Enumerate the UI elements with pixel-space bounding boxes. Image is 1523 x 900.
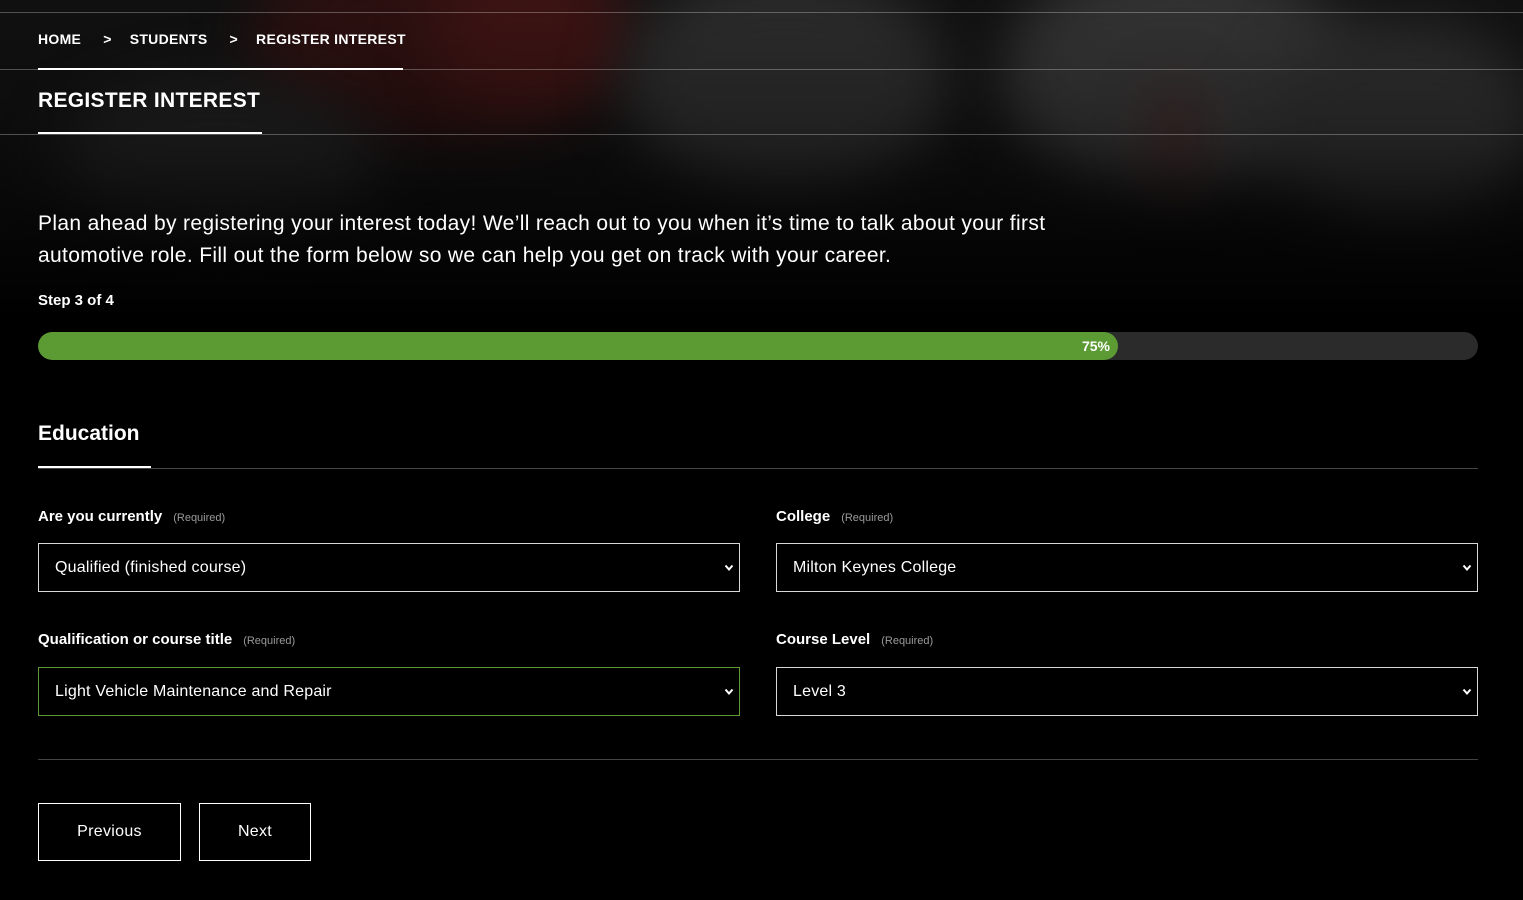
college-label-text: College bbox=[776, 508, 831, 525]
required-indicator: (Required) bbox=[243, 635, 296, 647]
course-level-select-value: Level 3 bbox=[793, 682, 846, 700]
previous-button[interactable]: Previous bbox=[38, 803, 181, 861]
breadcrumb-divider bbox=[0, 69, 1523, 70]
status-select-value: Qualified (finished course) bbox=[55, 558, 247, 576]
qualification-select[interactable]: Light Vehicle Maintenance and Repair bbox=[38, 667, 740, 716]
page: HOME > STUDENTS > REGISTER INTEREST REGI… bbox=[0, 0, 1523, 900]
section-divider bbox=[38, 468, 1478, 469]
status-label-text: Are you currently bbox=[38, 508, 163, 525]
required-indicator: (Required) bbox=[841, 512, 894, 524]
next-button[interactable]: Next bbox=[199, 803, 311, 861]
title-divider bbox=[0, 134, 1523, 135]
required-indicator: (Required) bbox=[881, 635, 934, 647]
chevron-down-icon bbox=[1462, 564, 1472, 572]
status-field-label: Are you currently (Required) bbox=[38, 508, 225, 525]
step-indicator: Step 3 of 4 bbox=[38, 292, 114, 309]
college-field-label: College (Required) bbox=[776, 508, 893, 525]
breadcrumb-separator: > bbox=[103, 31, 112, 47]
breadcrumb: HOME > STUDENTS > REGISTER INTEREST bbox=[38, 31, 406, 47]
course-level-select[interactable]: Level 3 bbox=[776, 667, 1478, 716]
section-title: Education bbox=[38, 422, 140, 445]
progress-bar: 75% bbox=[38, 332, 1478, 360]
course-level-label-text: Course Level bbox=[776, 631, 871, 648]
qualification-label-text: Qualification or course title bbox=[38, 631, 233, 648]
top-divider bbox=[0, 12, 1523, 13]
status-select[interactable]: Qualified (finished course) bbox=[38, 543, 740, 592]
intro-text: Plan ahead by registering your interest … bbox=[38, 212, 1046, 267]
college-select-value: Milton Keynes College bbox=[793, 558, 957, 576]
breadcrumb-home[interactable]: HOME bbox=[38, 31, 81, 47]
breadcrumb-current[interactable]: REGISTER INTEREST bbox=[256, 31, 406, 47]
chevron-down-icon bbox=[1462, 688, 1472, 696]
qualification-field-label: Qualification or course title (Required) bbox=[38, 631, 295, 648]
breadcrumb-separator: > bbox=[229, 31, 239, 47]
progress-bar-fill: 75% bbox=[38, 332, 1118, 360]
course-level-field-label: Course Level (Required) bbox=[776, 631, 933, 648]
qualification-select-value: Light Vehicle Maintenance and Repair bbox=[55, 682, 332, 700]
chevron-down-icon bbox=[724, 564, 734, 572]
form-footer-divider bbox=[38, 759, 1478, 760]
hero-background-image bbox=[0, 0, 1523, 320]
required-indicator: (Required) bbox=[173, 512, 226, 524]
chevron-down-icon bbox=[724, 688, 734, 696]
page-title: REGISTER INTEREST bbox=[38, 89, 261, 112]
college-select[interactable]: Milton Keynes College bbox=[776, 543, 1478, 592]
breadcrumb-students[interactable]: STUDENTS bbox=[130, 31, 208, 47]
progress-percent: 75% bbox=[1081, 338, 1110, 354]
